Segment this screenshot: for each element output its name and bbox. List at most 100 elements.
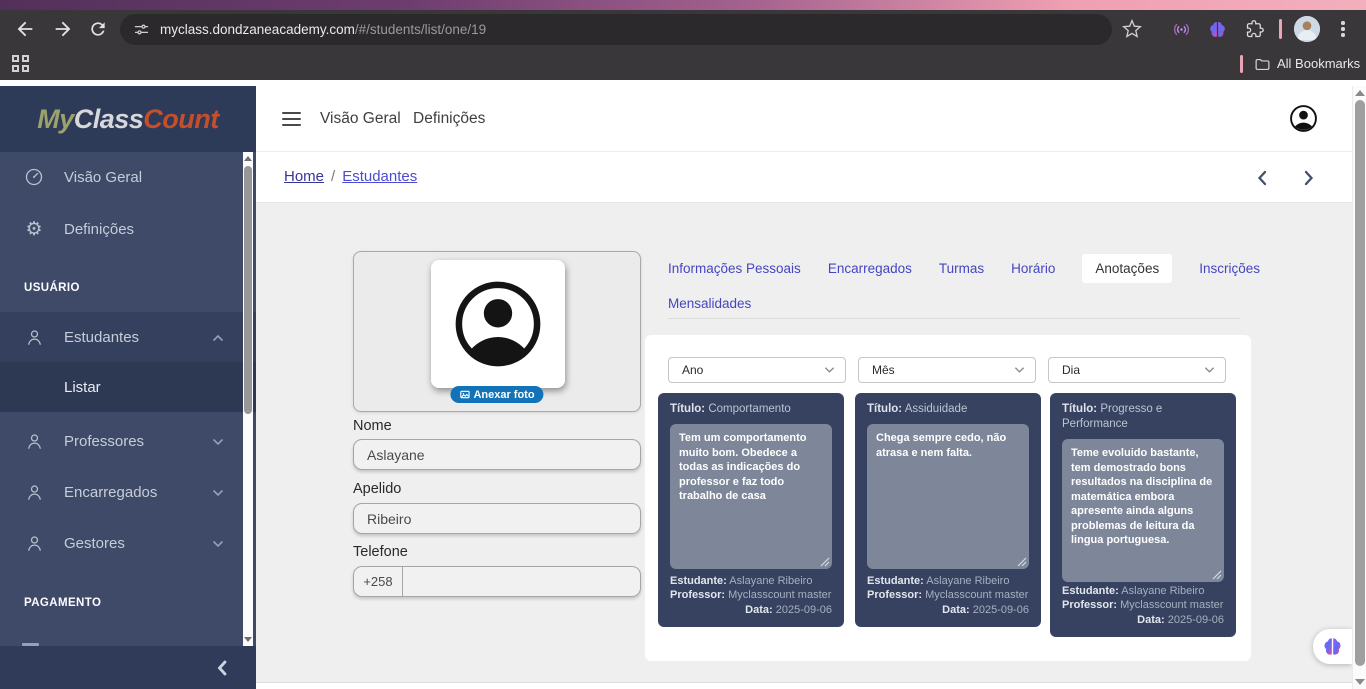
resize-grip-icon[interactable]: [820, 557, 830, 567]
annotation-meta: Estudante: Aslayane Ribeiro Professor: M…: [867, 574, 1029, 618]
topnav-definicoes[interactable]: Definições: [413, 110, 485, 128]
bookmarks-divider: [1240, 55, 1243, 73]
annotation-textarea[interactable]: Teme evoluido bastante, tem demostrado b…: [1062, 439, 1224, 582]
back-icon[interactable]: [14, 18, 36, 40]
resize-grip-icon[interactable]: [1212, 570, 1222, 580]
reload-icon[interactable]: [88, 19, 108, 39]
brain-icon: [1322, 636, 1343, 657]
collapse-sidebar-icon[interactable]: [216, 660, 230, 676]
tab-anotacoes[interactable]: Anotações: [1082, 254, 1172, 283]
sidebar-scrollbar-thumb[interactable]: [244, 166, 252, 414]
annotation-textarea[interactable]: Tem um comportamento muito bom. Obedece …: [670, 424, 832, 569]
annotation-title: Título: Progresso e Performance: [1062, 402, 1224, 432]
assistant-pill[interactable]: [1313, 629, 1352, 664]
tab-turmas[interactable]: Turmas: [939, 261, 984, 276]
tabs-row-2: Mensalidades: [668, 288, 751, 318]
person-icon: [24, 431, 44, 451]
browser-profile-avatar[interactable]: [1294, 16, 1320, 42]
telefone-input[interactable]: [403, 567, 640, 596]
telefone-label: Telefone: [353, 544, 408, 560]
url-bar[interactable]: myclass.dondzaneacademy.com/#/students/l…: [120, 14, 1112, 45]
scroll-up-arrow[interactable]: [1355, 90, 1365, 96]
annotation-card: Título: Progresso e Performance Teme evo…: [1050, 393, 1236, 637]
nome-input[interactable]: [353, 439, 641, 470]
sidebar-item-gestores[interactable]: Gestores: [0, 524, 256, 562]
tab-informacoes-pessoais[interactable]: Informações Pessoais: [668, 261, 801, 276]
sidebar-item-estudantes[interactable]: Estudantes: [0, 312, 256, 362]
prev-page-icon[interactable]: [1256, 170, 1268, 187]
sidebar-item-visao-geral[interactable]: Visão Geral: [0, 159, 256, 195]
annotations-panel: Ano Mês Dia Título: Comportamento Tem um…: [645, 335, 1251, 661]
all-bookmarks-button[interactable]: All Bookmarks: [1277, 56, 1360, 71]
browser-menu-icon[interactable]: [1341, 21, 1345, 37]
sidebar-item-professores[interactable]: Professores: [0, 422, 256, 460]
url-text: myclass.dondzaneacademy.com/#/students/l…: [160, 22, 486, 37]
annotation-title: Título: Comportamento: [670, 402, 832, 417]
apelido-label: Apelido: [353, 481, 401, 497]
forward-icon[interactable]: [52, 18, 74, 40]
nome-label: Nome: [353, 418, 392, 434]
extensions-puzzle-icon[interactable]: [1246, 20, 1264, 38]
annotation-card: Título: Assiduidade Chega sempre cedo, n…: [855, 393, 1041, 627]
extension-broadcast-icon[interactable]: [1172, 20, 1191, 39]
student-photo-card: Anexar foto: [353, 251, 641, 412]
sidebar-item-encarregados[interactable]: Encarregados: [0, 473, 256, 511]
breadcrumb-estudantes-link[interactable]: Estudantes: [342, 168, 417, 185]
sidebar: MyClassCount Visão Geral ⚙ Definições US…: [0, 86, 256, 689]
year-select[interactable]: Ano: [668, 357, 846, 383]
dashboard-gauge-icon: [24, 167, 44, 187]
breadcrumb: Home/Estudantes: [284, 168, 417, 185]
gear-icon: ⚙: [24, 219, 44, 239]
telefone-prefix: +258: [354, 567, 403, 596]
resize-grip-icon[interactable]: [1017, 557, 1027, 567]
bookmark-star-icon[interactable]: [1122, 19, 1142, 39]
browser-theme-strip: [0, 0, 1366, 10]
folder-icon: [1254, 56, 1271, 73]
apelido-input[interactable]: [353, 503, 641, 534]
chevron-down-icon: [212, 484, 224, 501]
breadcrumb-home-link[interactable]: Home: [284, 168, 324, 185]
browser-toolbar: myclass.dondzaneacademy.com/#/students/l…: [0, 10, 1366, 48]
tab-encarregados[interactable]: Encarregados: [828, 261, 912, 276]
sidebar-item-definicoes[interactable]: ⚙ Definições: [0, 211, 256, 247]
scroll-down-arrow[interactable]: [244, 637, 252, 642]
photo-placeholder: [431, 260, 565, 388]
chevron-up-icon: [212, 329, 224, 346]
chevron-down-icon: [824, 366, 835, 374]
annotation-meta: Estudante: Aslayane Ribeiro Professor: M…: [670, 574, 832, 618]
person-circle-icon: [452, 278, 544, 370]
telefone-field: +258: [353, 566, 641, 597]
sidebar-item-listar[interactable]: Listar: [0, 362, 256, 412]
tab-horario[interactable]: Horário: [1011, 261, 1055, 276]
site-settings-icon[interactable]: [133, 21, 150, 38]
page-scrollbar-thumb[interactable]: [1355, 100, 1365, 666]
scroll-up-arrow[interactable]: [244, 156, 252, 161]
tab-inscricoes[interactable]: Inscrições: [1199, 261, 1260, 276]
page-scrollbar[interactable]: [1352, 86, 1366, 689]
annotation-title: Título: Assiduidade: [867, 402, 1029, 417]
annotation-meta: Estudante: Aslayane Ribeiro Professor: M…: [1062, 584, 1224, 628]
tab-mensalidades[interactable]: Mensalidades: [668, 296, 751, 311]
scroll-down-arrow[interactable]: [1355, 679, 1365, 685]
person-icon: [24, 533, 44, 553]
user-avatar-icon[interactable]: [1289, 104, 1318, 133]
annotation-card: Título: Comportamento Tem um comportamen…: [658, 393, 844, 627]
breadcrumb-bar: Home/Estudantes: [256, 152, 1366, 203]
extension-brain-icon[interactable]: [1208, 20, 1227, 39]
person-icon: [24, 327, 44, 347]
attach-photo-button[interactable]: Anexar foto: [450, 386, 543, 403]
annotation-textarea[interactable]: Chega sempre cedo, não atrasa e nem falt…: [867, 424, 1029, 569]
next-page-icon[interactable]: [1303, 170, 1315, 187]
topnav-visao-geral[interactable]: Visão Geral: [320, 110, 401, 128]
tabs-underline: [668, 318, 1240, 319]
app-logo[interactable]: MyClassCount: [0, 86, 256, 152]
sidebar-section-usuario: USUÁRIO: [24, 282, 80, 294]
hamburger-menu-icon[interactable]: [282, 112, 301, 126]
month-select[interactable]: Mês: [858, 357, 1036, 383]
chevron-down-icon: [212, 535, 224, 552]
day-select[interactable]: Dia: [1048, 357, 1226, 383]
chevron-down-icon: [1204, 366, 1215, 374]
sidebar-scrollbar[interactable]: [243, 152, 253, 646]
apps-grid-icon[interactable]: [12, 55, 29, 72]
page-bottom-edge: [256, 682, 1366, 689]
